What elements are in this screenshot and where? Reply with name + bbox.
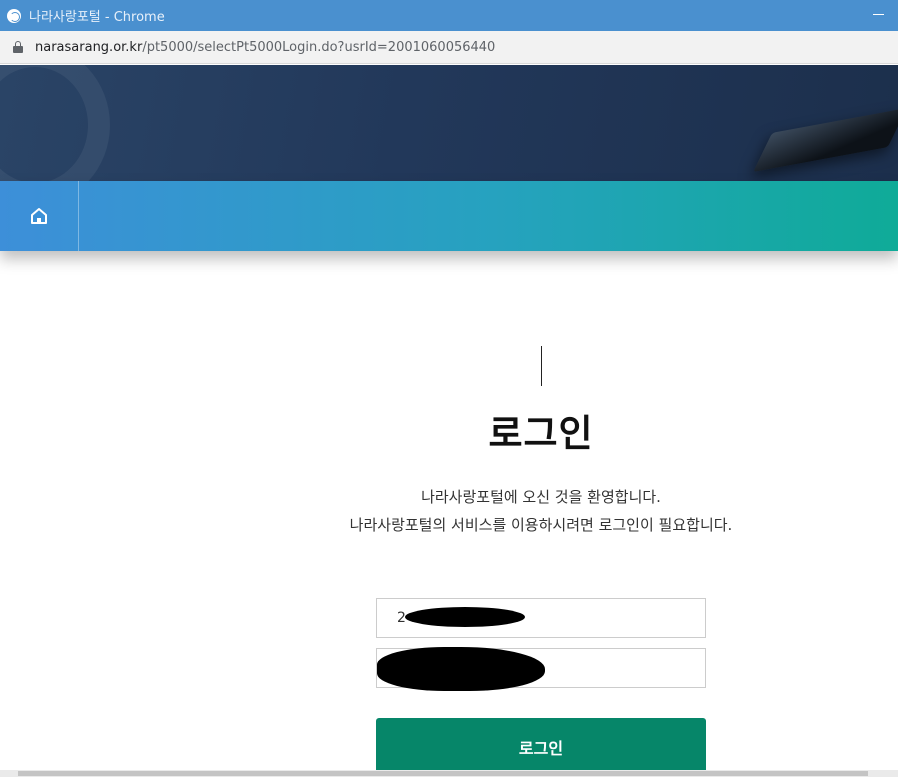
user-id-input[interactable]: 2 <box>376 598 706 638</box>
window-titlebar: 나라사랑포털 - Chrome <box>0 0 898 31</box>
welcome-line-1: 나라사랑포털에 오신 것을 환영합니다. <box>421 488 661 506</box>
login-section: 로그인 나라사랑포털에 오신 것을 환영합니다. 나라사랑포털의 서비스를 이용… <box>0 251 898 777</box>
horizontal-scrollbar[interactable] <box>0 770 898 777</box>
scrollbar-thumb[interactable] <box>18 771 868 776</box>
decorative-line <box>541 346 542 386</box>
welcome-message: 나라사랑포털에 오신 것을 환영합니다. 나라사랑포털의 서비스를 이용하시려면… <box>0 483 898 539</box>
lock-icon <box>13 41 23 53</box>
banner-decoration <box>0 65 110 181</box>
url-path: /pt5000/selectPt5000Login.do?usrId=20010… <box>142 39 496 55</box>
home-button[interactable] <box>0 181 79 251</box>
url-host: narasarang.or.kr <box>35 39 143 55</box>
login-title-text: 로그인 <box>486 403 596 457</box>
nav-bar <box>0 181 898 251</box>
url-text[interactable]: narasarang.or.kr/pt5000/selectPt5000Logi… <box>35 40 495 55</box>
header-banner <box>0 65 898 181</box>
welcome-line-2: 나라사랑포털의 서비스를 이용하시려면 로그인이 필요합니다. <box>349 516 733 534</box>
home-icon <box>31 208 47 224</box>
password-input[interactable] <box>376 647 706 691</box>
redaction-mark <box>405 607 525 627</box>
redaction-mark <box>377 647 545 691</box>
window-title: 나라사랑포털 - Chrome <box>29 10 165 25</box>
page-title: 로그인 <box>0 403 898 457</box>
banner-device-image <box>753 107 898 173</box>
login-button[interactable]: 로그인 <box>376 718 706 776</box>
address-bar[interactable]: narasarang.or.kr/pt5000/selectPt5000Logi… <box>0 31 898 64</box>
minimize-icon[interactable] <box>873 14 884 15</box>
site-globe-icon <box>7 8 21 23</box>
